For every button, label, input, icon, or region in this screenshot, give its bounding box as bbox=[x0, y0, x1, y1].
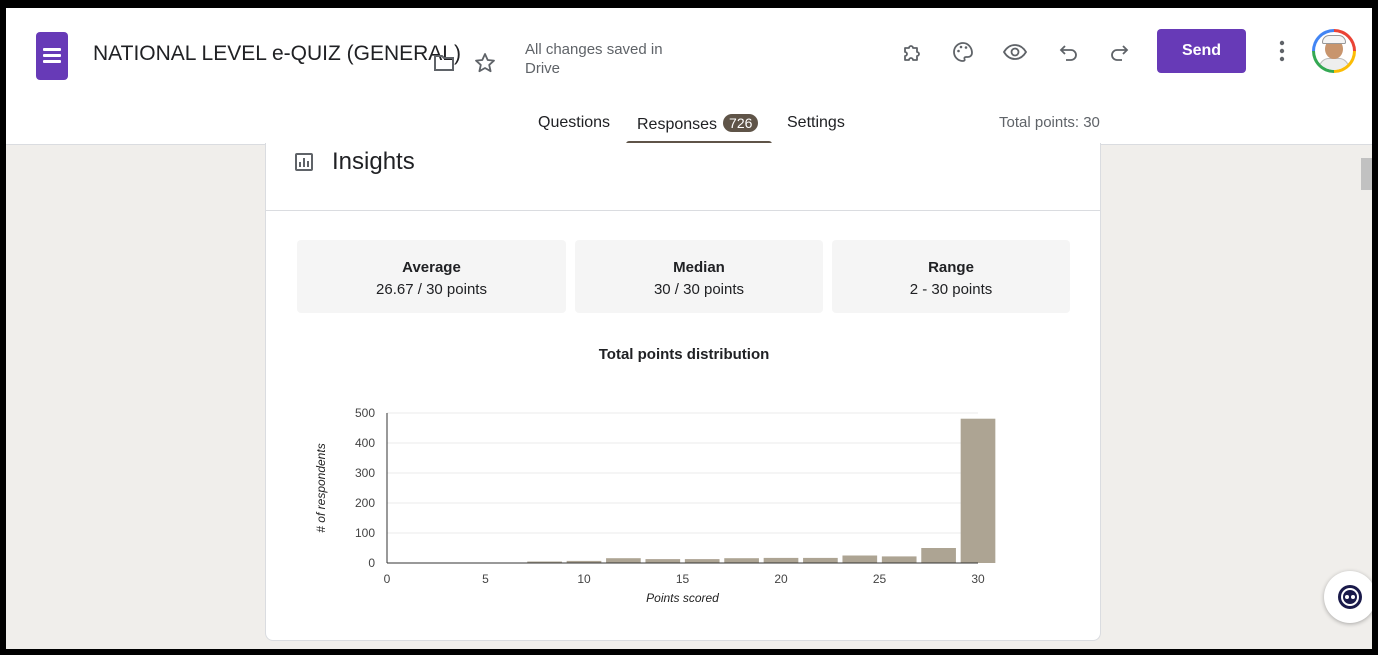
bar bbox=[606, 558, 641, 563]
responses-count-badge: 726 bbox=[723, 114, 759, 132]
y-tick-label: 400 bbox=[355, 436, 375, 450]
bar bbox=[842, 555, 878, 563]
bar bbox=[684, 559, 720, 563]
y-tick-label: 0 bbox=[368, 556, 375, 570]
chart-svg: Total points distribution010020030040050… bbox=[314, 346, 996, 605]
y-tick-label: 500 bbox=[355, 406, 375, 420]
x-tick-label: 15 bbox=[676, 572, 690, 586]
y-tick-label: 300 bbox=[355, 466, 375, 480]
points-distribution-chart: Total points distribution 0 100 200 300 400 50… bbox=[266, 343, 1102, 633]
x-tick-label: 0 bbox=[384, 572, 391, 586]
tab-responses[interactable]: Responses 726 bbox=[637, 114, 759, 134]
stat-value: 26.67 / 30 points bbox=[376, 281, 487, 298]
bar bbox=[921, 548, 956, 563]
x-tick-label: 30 bbox=[971, 572, 985, 586]
bar bbox=[881, 556, 917, 563]
bar bbox=[724, 558, 759, 563]
avatar[interactable] bbox=[1312, 29, 1356, 73]
header: NATIONAL LEVEL e-QUIZ (GENERAL) All chan… bbox=[6, 8, 1372, 145]
redo-icon[interactable] bbox=[1106, 39, 1132, 65]
save-status: All changes saved in Drive bbox=[525, 41, 663, 77]
bar bbox=[960, 418, 996, 563]
x-tick-label: 10 bbox=[577, 572, 591, 586]
x-axis-label: Points scored bbox=[646, 591, 719, 605]
stat-range: Range 2 - 30 points bbox=[832, 240, 1070, 313]
bar bbox=[803, 557, 838, 563]
app-frame: NATIONAL LEVEL e-QUIZ (GENERAL) All chan… bbox=[0, 0, 1378, 655]
bar bbox=[763, 557, 799, 563]
x-tick-label: 5 bbox=[482, 572, 489, 586]
insights-title: Insights bbox=[332, 148, 415, 175]
stat-label: Median bbox=[673, 259, 725, 276]
tab-responses-label: Responses bbox=[637, 116, 718, 133]
stat-label: Average bbox=[402, 259, 461, 276]
palette-icon[interactable] bbox=[949, 38, 977, 66]
stat-value: 2 - 30 points bbox=[909, 281, 993, 298]
forms-logo-icon[interactable] bbox=[36, 32, 68, 80]
form-title[interactable]: NATIONAL LEVEL e-QUIZ (GENERAL) bbox=[93, 42, 461, 66]
insights-card: Insights Average 26.67 / 30 points Media… bbox=[265, 143, 1101, 641]
preview-eye-icon[interactable] bbox=[1001, 38, 1029, 66]
more-options-icon[interactable] bbox=[1270, 38, 1294, 64]
x-tick-label: 20 bbox=[774, 572, 788, 586]
x-tick-label: 25 bbox=[873, 572, 887, 586]
tab-settings[interactable]: Settings bbox=[787, 114, 845, 132]
insights-header: Insights bbox=[266, 143, 1100, 211]
scrollbar-thumb[interactable] bbox=[1361, 158, 1372, 190]
add-ons-puzzle-icon[interactable] bbox=[899, 38, 927, 66]
bar bbox=[645, 559, 681, 563]
stat-value: 30 / 30 points bbox=[653, 281, 745, 298]
stat-median: Median 30 / 30 points bbox=[575, 240, 823, 313]
assistant-fab-icon[interactable] bbox=[1324, 571, 1372, 623]
stat-average: Average 26.67 / 30 points bbox=[297, 240, 566, 313]
total-points: Total points: 30 bbox=[999, 114, 1100, 131]
bar-chart-icon bbox=[295, 153, 313, 171]
star-icon[interactable] bbox=[472, 50, 498, 76]
stat-label: Range bbox=[928, 259, 974, 276]
y-tick-label: 200 bbox=[355, 496, 375, 510]
y-axis-label: # of respondents bbox=[314, 443, 328, 532]
form-tabs: Questions Responses 726 Settings Total po… bbox=[6, 108, 1372, 145]
tab-questions[interactable]: Questions bbox=[538, 114, 610, 132]
y-tick-label: 100 bbox=[355, 526, 375, 540]
folder-icon[interactable] bbox=[432, 51, 456, 75]
undo-icon[interactable] bbox=[1056, 39, 1082, 65]
chart-title: Total points distribution bbox=[599, 346, 770, 363]
send-button[interactable]: Send bbox=[1157, 29, 1246, 73]
